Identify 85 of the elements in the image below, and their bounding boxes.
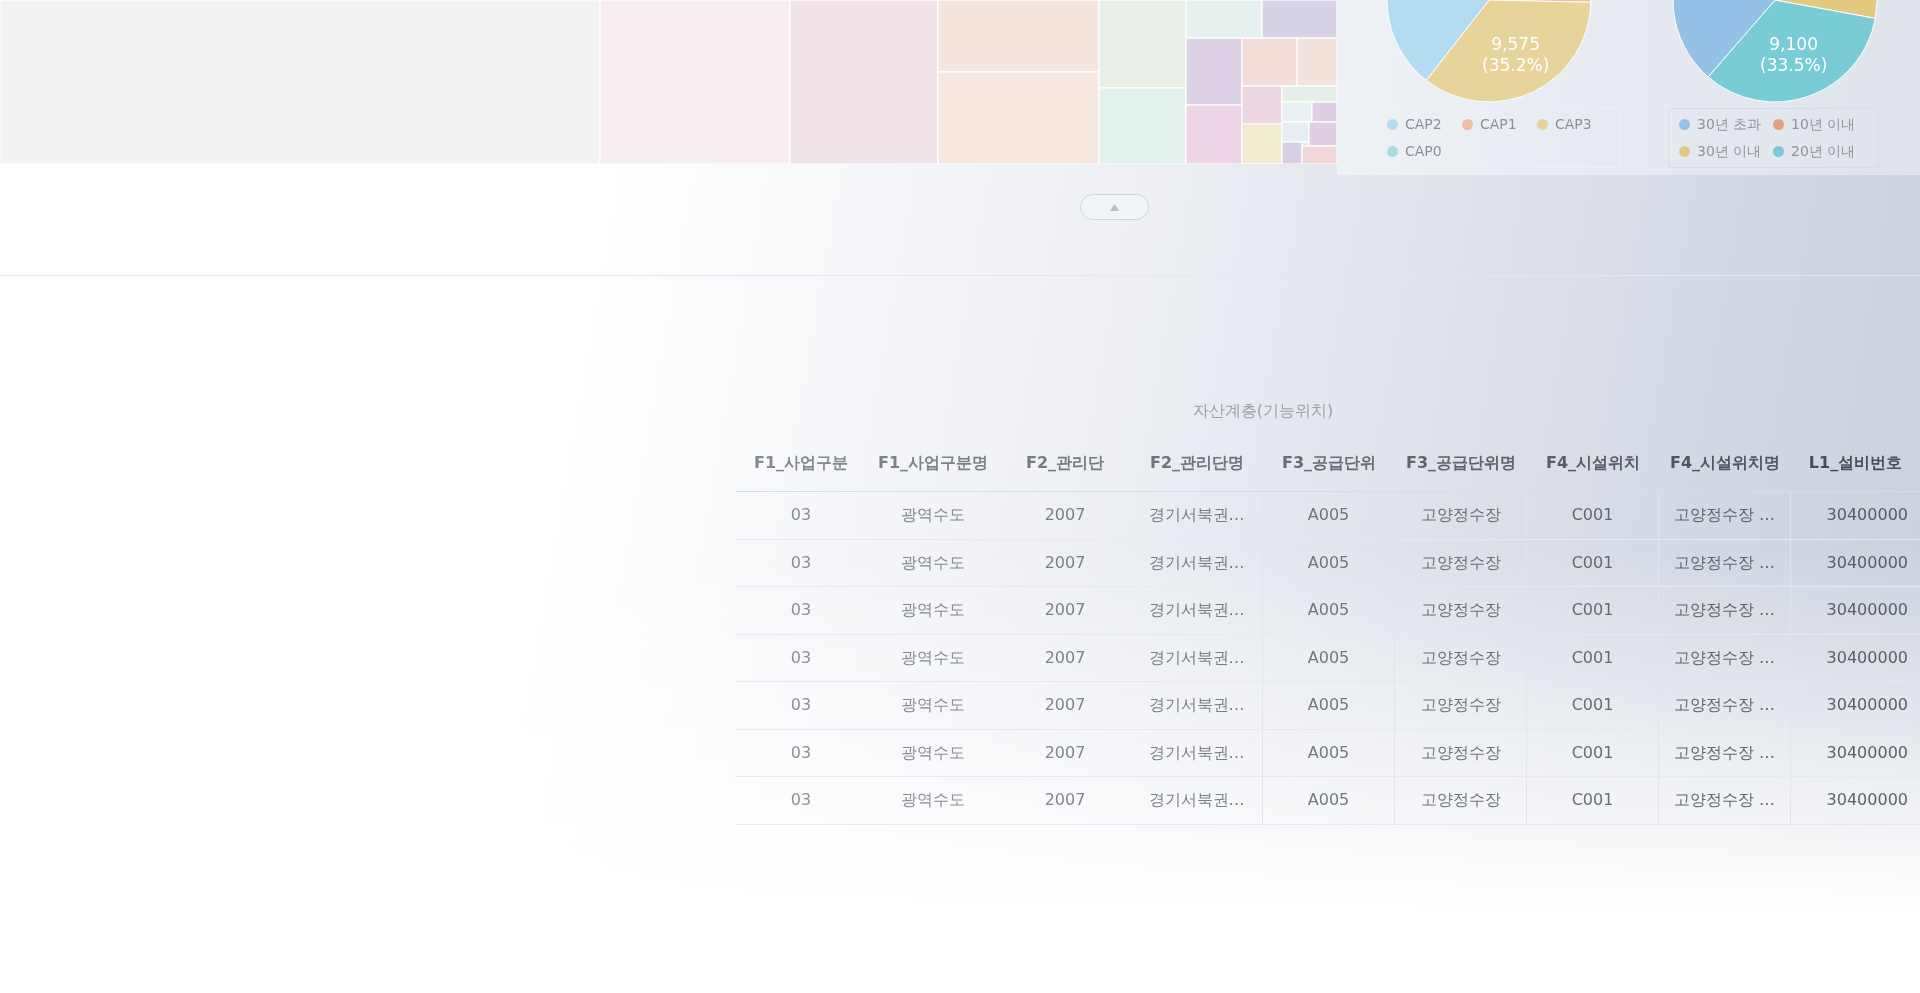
column-header: F4_시설위치 [1527, 435, 1659, 492]
table-cell: 30400000 [1791, 539, 1920, 587]
table-cell: 고양정수장 [1395, 492, 1527, 540]
column-header: F3_공급단위명 [1395, 435, 1527, 492]
table-cell: 경기서북권… [1131, 777, 1263, 825]
group-header: 자산계층(기능위치) [1192, 400, 1334, 422]
table-cell: C001 [1527, 729, 1659, 777]
collapse-button[interactable] [1080, 194, 1149, 220]
table-cell: 고양정수장 … [1659, 539, 1791, 587]
table-cell: C001 [1527, 539, 1659, 587]
legend-label: CAP1 [1480, 115, 1517, 134]
table-cell: 30400000 [1791, 729, 1920, 777]
table-cell: A005 [1263, 682, 1395, 730]
table-cell: 고양정수장 … [1659, 729, 1791, 777]
table-cell: 광역수도 [867, 539, 999, 587]
table-cell: 03 [735, 634, 867, 682]
table-cell: 03 [735, 777, 867, 825]
table-cell: C001 [1527, 634, 1659, 682]
table-cell: 광역수도 [867, 777, 999, 825]
table-cell: 광역수도 [867, 587, 999, 635]
table-cell: 03 [735, 492, 867, 540]
table-cell: 경기서북권… [1131, 682, 1263, 730]
table-cell: 03 [735, 587, 867, 635]
table-cell: C001 [1527, 492, 1659, 540]
table-cell: A005 [1263, 539, 1395, 587]
table-cell: 30400000 [1791, 492, 1920, 540]
table-cell: 광역수도 [867, 634, 999, 682]
caret-up-icon [1110, 203, 1119, 211]
table-cell: 2007 [999, 539, 1131, 587]
legend-label: CAP2 [1405, 115, 1442, 134]
table-cell: 경기서북권… [1131, 729, 1263, 777]
table-cell: 경기서북권… [1131, 587, 1263, 635]
table-cell: 고양정수장 [1395, 682, 1527, 730]
table-cell: 03 [735, 729, 867, 777]
legend-label: CAP3 [1555, 115, 1592, 134]
table-cell: 경기서북권… [1131, 492, 1263, 540]
table-cell: A005 [1263, 587, 1395, 635]
table-cell: 고양정수장 … [1659, 492, 1791, 540]
table-cell: 고양정수장 … [1659, 634, 1791, 682]
table-cell: 2007 [999, 587, 1131, 635]
table-cell: C001 [1527, 777, 1659, 825]
table-cell: 30400000 [1791, 634, 1920, 682]
column-header: F4_시설위치명 [1659, 435, 1791, 492]
legend-label: 10년 이내 [1791, 115, 1856, 134]
table-cell: 고양정수장 [1395, 634, 1527, 682]
table-cell: 고양정수장 [1395, 587, 1527, 635]
legend-label: 30년 초과 [1697, 115, 1762, 134]
table-cell: 2007 [999, 634, 1131, 682]
table-cell: A005 [1263, 729, 1395, 777]
table-cell: 광역수도 [867, 682, 999, 730]
table-cell: 고양정수장 … [1659, 777, 1791, 825]
slice-label: 9,100 (33.5%) [1760, 34, 1828, 76]
table-cell: C001 [1527, 587, 1659, 635]
table-cell: 2007 [999, 682, 1131, 730]
table-cell: 광역수도 [867, 492, 999, 540]
table-cell: 03 [735, 539, 867, 587]
table-cell: C001 [1527, 682, 1659, 730]
table-cell: 광역수도 [867, 729, 999, 777]
table-cell: 2007 [999, 729, 1131, 777]
table-cell: 경기서북권… [1131, 634, 1263, 682]
table-cell: 2007 [999, 777, 1131, 825]
table-cell: A005 [1263, 492, 1395, 540]
table-cell: A005 [1263, 777, 1395, 825]
table-cell: 고양정수장 … [1659, 587, 1791, 635]
table-cell: 30400000 [1791, 682, 1920, 730]
table-cell: 고양정수장 [1395, 729, 1527, 777]
table-cell: 고양정수장 [1395, 539, 1527, 587]
table-cell: 30400000 [1791, 777, 1920, 825]
table-cell: 고양정수장 [1395, 777, 1527, 825]
slice-label: 9,575 (35.2%) [1482, 34, 1550, 76]
legend-label: 30년 이내 [1697, 142, 1762, 161]
table-cell: 03 [735, 682, 867, 730]
table-cell: 2007 [999, 492, 1131, 540]
column-header: L1_설비번호 [1791, 435, 1920, 492]
legend-label: 20년 이내 [1791, 142, 1856, 161]
table-cell: 30400000 [1791, 587, 1920, 635]
column-header: F3_공급단위 [1263, 435, 1395, 492]
legend-label: CAP0 [1405, 142, 1442, 161]
column-header: F2_관리단 [999, 435, 1131, 492]
table-cell: A005 [1263, 634, 1395, 682]
table-cell: 경기서북권… [1131, 539, 1263, 587]
table-cell: 고양정수장 … [1659, 682, 1791, 730]
column-header: F1_사업구분명 [867, 435, 999, 492]
column-header: F2_관리단명 [1131, 435, 1263, 492]
column-header: F1_사업구분 [735, 435, 867, 492]
